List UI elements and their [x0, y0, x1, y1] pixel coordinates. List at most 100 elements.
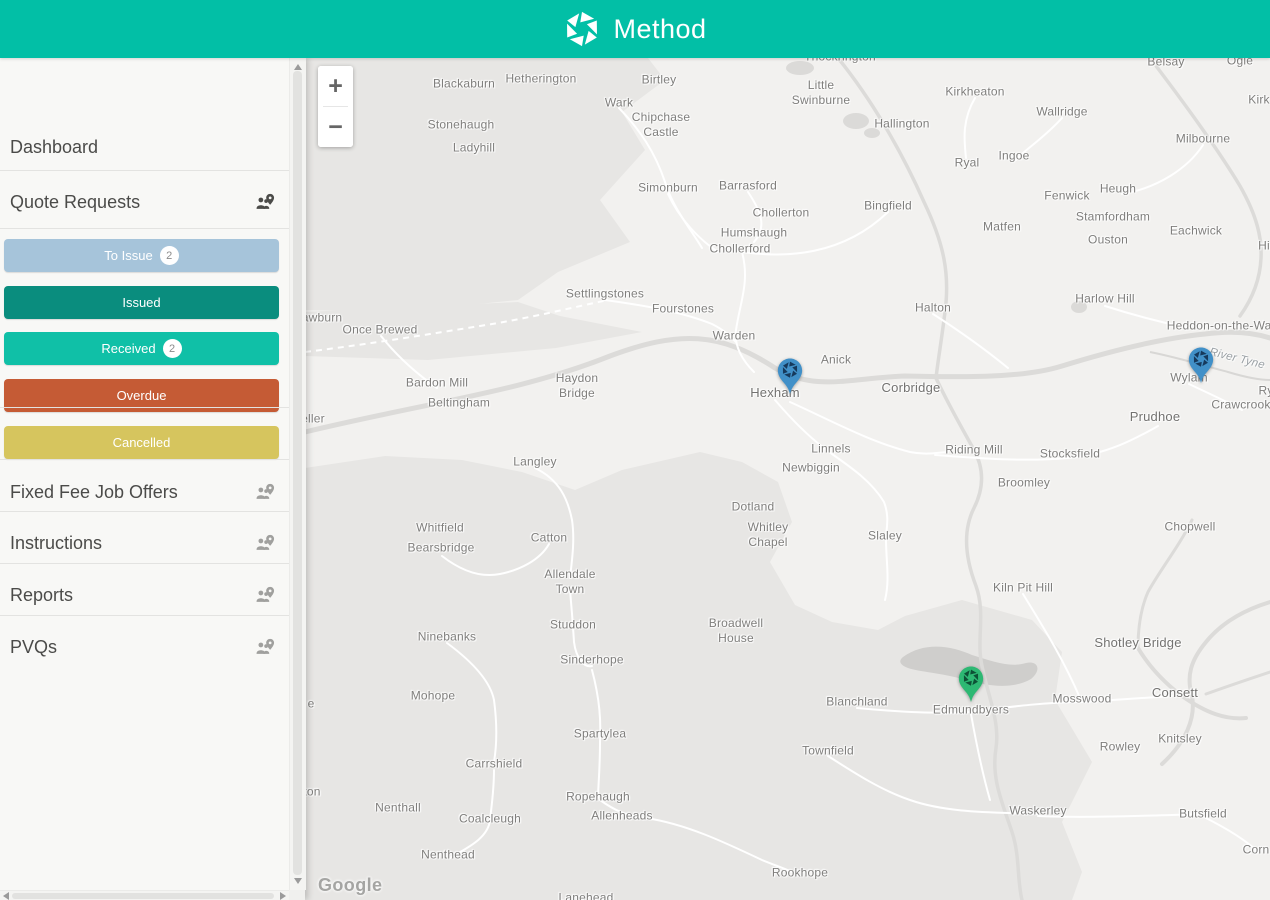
marker-edmundbyers[interactable] [958, 665, 985, 708]
filter-button-cancelled[interactable]: Cancelled [4, 426, 279, 459]
google-attribution[interactable]: Google [318, 875, 382, 896]
map-place-label: Linnels [811, 441, 851, 456]
filter-button-to-issue[interactable]: To Issue 2 [4, 239, 279, 272]
map-place-label: Spartylea [573, 726, 627, 741]
map-people-icon[interactable] [254, 584, 276, 606]
sidebar-item-quote-requests[interactable]: Quote Requests [10, 190, 276, 214]
scroll-left-arrow-icon[interactable] [3, 892, 9, 900]
marker-wylam[interactable] [1188, 346, 1215, 389]
method-logo-icon [563, 10, 602, 48]
map-place-label: Bearsbridge [407, 540, 475, 555]
map-place-label: Fenwick [1044, 188, 1090, 203]
map-place-label: Chipchase Castle [631, 110, 691, 139]
map-people-icon[interactable] [254, 636, 276, 658]
map-place-label: Studdon [549, 617, 597, 632]
map-place-label: Mosswood [1052, 691, 1112, 706]
map-place-label: Riding Mill [945, 442, 1003, 457]
map-place-label: Allendale Town [544, 567, 596, 596]
map-place-label: Humshaugh [720, 225, 788, 240]
map-people-icon[interactable] [254, 191, 276, 213]
map-zoom-control: + − [318, 66, 353, 147]
map-place-label: Ryal [954, 155, 980, 170]
map-place-label: Fourstones [651, 301, 715, 316]
map-place-label: Simonburn [638, 180, 698, 195]
map-place-label: Allenheads [591, 808, 653, 823]
filter-count-badge: 2 [162, 339, 182, 358]
map-place-label: Chollerford [709, 241, 771, 256]
sidebar-divider [0, 459, 289, 460]
map-place-label: Broomley [997, 475, 1051, 490]
map-place-label: Barrasford [718, 178, 778, 193]
map-place-label: Mohope [410, 688, 456, 703]
sidebar-item-dashboard[interactable]: Dashboard [10, 135, 276, 159]
filter-count-badge: 2 [159, 246, 179, 265]
filter-button-issued[interactable]: Issued [4, 286, 279, 319]
sidebar-item-label: Dashboard [10, 136, 99, 157]
sidebar-vertical-scrollbar[interactable] [289, 58, 306, 890]
sidebar-item-instructions[interactable]: Instructions [10, 531, 276, 555]
map-place-label: Knitsley [1158, 731, 1202, 746]
map-place-label: Whitley Chapel [747, 520, 789, 549]
map-place-label: Birtley [641, 72, 677, 87]
map-place-label: Kirk [1248, 92, 1270, 107]
map-place-label: awburn [301, 310, 343, 325]
scroll-up-arrow-icon[interactable] [294, 64, 302, 70]
map-place-label: Crawcrook [1211, 397, 1270, 412]
marker-hexham[interactable] [777, 357, 804, 400]
sidebar-item-label: Fixed Fee Job Offers [10, 481, 178, 502]
map-place-label: Heugh [1099, 181, 1137, 196]
map-place-label: Shotley Bridge [1094, 634, 1182, 650]
filter-button-label: Received [101, 341, 156, 356]
app-header: Method [0, 0, 1270, 58]
map-place-label: Chopwell [1164, 519, 1216, 534]
vertical-scroll-thumb[interactable] [293, 71, 302, 875]
map-place-label: Dotland [731, 499, 775, 514]
map-place-label: Corbridge [881, 379, 941, 395]
map-place-label: Ninebanks [417, 629, 477, 644]
map-place-label: Coalcleugh [458, 811, 522, 826]
zoom-in-button[interactable]: + [318, 66, 353, 106]
map-place-label: Ingoe [998, 148, 1030, 163]
map-place-label: Ouston [1088, 232, 1128, 247]
sidebar-divider [0, 170, 289, 171]
map-place-label: Langley [513, 454, 557, 469]
map-place-label: Consett [1151, 684, 1199, 700]
sidebar-item-label: Instructions [10, 532, 103, 553]
map-people-icon[interactable] [254, 532, 276, 554]
filter-button-label: To Issue [104, 248, 153, 263]
sidebar-divider [0, 615, 289, 616]
map-place-label: Ladyhill [452, 140, 496, 155]
sidebar-horizontal-scrollbar[interactable] [0, 890, 289, 900]
map-place-label: Eachwick [1169, 223, 1223, 238]
map-place-label: Settlingstones [565, 286, 645, 301]
map-place-label: Rookhope [771, 865, 829, 880]
map-place-label: Ropehaugh [566, 789, 630, 804]
map-place-label: Matfen [983, 219, 1021, 234]
map-place-label: Whitfield [416, 520, 464, 535]
map-place-label: Lanehead [558, 890, 614, 900]
map-place-label: Bardon Mill [405, 375, 469, 390]
map-place-label: Once Brewed [342, 322, 418, 337]
filter-button-received[interactable]: Received 2 [4, 332, 279, 365]
app: ThockringtonBelsayOgleBlackaburnHetherin… [0, 0, 1270, 900]
sidebar-item-fixed-fee-job-offers[interactable]: Fixed Fee Job Offers [10, 480, 276, 504]
scroll-down-arrow-icon[interactable] [294, 878, 302, 884]
map-place-label: Bingfield [864, 198, 912, 213]
sidebar-item-reports[interactable]: Reports [10, 583, 276, 607]
horizontal-scroll-thumb[interactable] [12, 893, 274, 899]
zoom-out-button[interactable]: − [318, 107, 353, 147]
map-place-label: Heddon-on-the-Wall [1166, 318, 1270, 333]
map-place-label: Waskerley [1009, 803, 1067, 818]
filter-button-label: Cancelled [112, 435, 171, 450]
scroll-right-arrow-icon[interactable] [280, 892, 286, 900]
map-place-label: Hallington [874, 116, 930, 131]
map-place-label: Catton [530, 530, 568, 545]
map-place-label: Blanchland [826, 694, 888, 709]
filter-button-label: Overdue [116, 388, 167, 403]
sidebar-divider [0, 511, 289, 512]
sidebar-item-pvqs[interactable]: PVQs [10, 635, 276, 659]
map-place-label: Stamfordham [1075, 209, 1151, 224]
map-place-label: Anick [820, 352, 852, 367]
map-place-label: Carrshield [465, 756, 523, 771]
map-people-icon[interactable] [254, 481, 276, 503]
